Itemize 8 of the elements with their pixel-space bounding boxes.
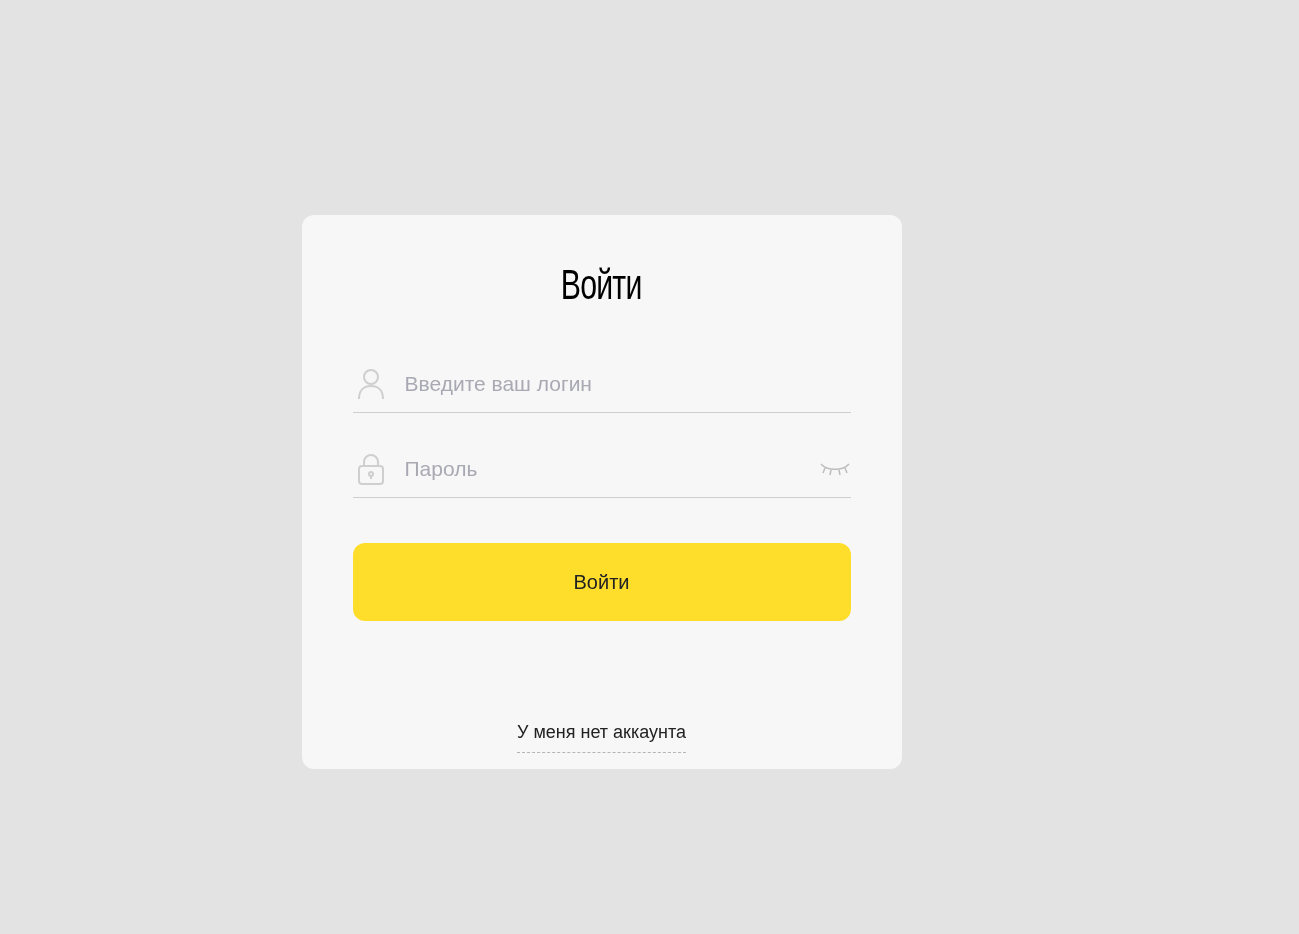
user-icon: [356, 367, 385, 400]
lock-icon: [356, 452, 385, 485]
login-field[interactable]: Введите ваш логин: [404, 367, 851, 400]
no-account-link[interactable]: У меня нет аккаунта: [516, 719, 687, 753]
login-button[interactable]: Войти: [352, 543, 851, 621]
password-field[interactable]: Пароль: [404, 452, 799, 485]
login-title: Войти: [561, 260, 642, 310]
closed-eye-icon[interactable]: [818, 461, 851, 476]
